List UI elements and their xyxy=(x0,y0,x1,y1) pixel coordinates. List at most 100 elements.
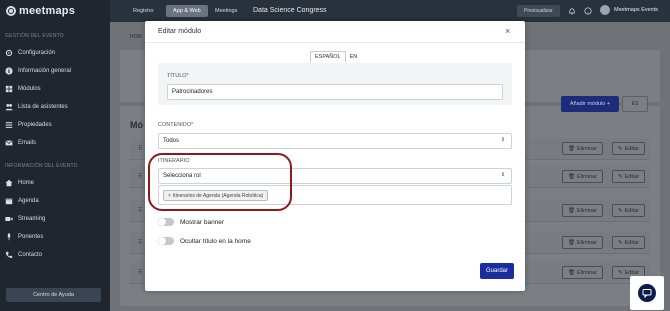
user-menu[interactable]: Meetmaps Events xyxy=(600,5,658,15)
sidebar: meetmaps GESTIÓN DEL EVENTO Configuració… xyxy=(0,0,110,311)
tab-meetings[interactable]: Meetings xyxy=(208,5,244,17)
title-input[interactable]: Patrocinadores xyxy=(167,84,503,100)
delete-button[interactable]: 🗑 Eliminar xyxy=(562,170,603,183)
content-label: CONTENIDO* xyxy=(158,122,194,128)
modal-title: Editar módulo xyxy=(158,28,202,35)
chat-icon xyxy=(638,284,656,302)
pencil-icon: ✎ xyxy=(618,173,623,180)
tab-app-web[interactable]: App & Web xyxy=(166,5,208,17)
sidebar-item-label: Contacto xyxy=(18,252,43,258)
title-label: TÍTULO* xyxy=(167,73,189,79)
trash-icon: 🗑 xyxy=(568,269,575,276)
edit-button[interactable]: ✎ Editar xyxy=(612,142,645,155)
content-select[interactable]: Todos ⇕ xyxy=(158,133,512,149)
info-icon xyxy=(5,67,13,75)
sidebar-item-label: Configuración xyxy=(18,50,56,56)
preview-button[interactable]: Previsualizar xyxy=(517,5,560,17)
save-button[interactable]: Guardar xyxy=(480,263,514,279)
sidebar-item-label: Home xyxy=(18,180,35,186)
tab-espanol[interactable]: ESPAÑOL xyxy=(310,51,346,63)
sidebar-item-informacion-general[interactable]: Información general xyxy=(5,65,105,77)
sidebar-item-lista-asistentes[interactable]: Lista de asistentes xyxy=(5,101,105,113)
phone-icon xyxy=(5,251,13,258)
sidebar-item-label: Ponentes xyxy=(18,234,44,240)
sidebar-item-propiedades[interactable]: Propiedades xyxy=(5,119,105,131)
select-arrows-icon: ⇕ xyxy=(500,137,505,143)
drag-handle-icon[interactable]: ⠿ xyxy=(138,269,142,276)
delete-label: Eliminar xyxy=(576,173,597,180)
language-select[interactable]: ES xyxy=(622,96,648,112)
pencil-icon: ✎ xyxy=(618,145,623,152)
users-icon xyxy=(5,103,13,111)
sidebar-item-label: Propiedades xyxy=(18,122,52,128)
trash-icon: 🗑 xyxy=(568,145,575,152)
delete-button[interactable]: 🗑 Eliminar xyxy=(562,236,603,249)
delete-label: Eliminar xyxy=(576,145,597,152)
sidebar-item-modulos[interactable]: Módulos xyxy=(5,83,105,95)
tab-registro[interactable]: Registro xyxy=(126,5,160,17)
edit-label: Editar xyxy=(624,145,639,152)
toggle-switch[interactable] xyxy=(158,218,174,226)
edit-label: Editar xyxy=(624,207,639,214)
edit-button[interactable]: ✎ Editar xyxy=(612,170,645,183)
select-arrows-icon: ⇕ xyxy=(500,172,505,178)
sidebar-item-contacto[interactable]: Contacto xyxy=(5,249,105,261)
edit-button[interactable]: ✎ Editar xyxy=(612,236,645,249)
toggle-label: Mostrar banner xyxy=(180,218,225,226)
chat-widget-button[interactable] xyxy=(630,276,664,310)
sidebar-item-label: Lista de asistentes xyxy=(18,104,68,110)
sidebar-item-label: Agenda xyxy=(18,198,39,204)
pencil-icon: ✎ xyxy=(618,269,623,276)
trash-icon: 🗑 xyxy=(568,173,575,180)
sidebar-item-emails[interactable]: Emails xyxy=(5,137,105,149)
trash-icon: 🗑 xyxy=(568,239,575,246)
delete-label: Eliminar xyxy=(576,207,597,214)
drag-handle-icon[interactable]: ⠿ xyxy=(138,145,142,152)
edit-label: Editar xyxy=(624,239,639,246)
microphone-icon xyxy=(7,233,11,241)
close-icon[interactable]: × xyxy=(505,26,510,36)
toggle-show-banner[interactable]: Mostrar banner xyxy=(158,218,224,226)
sidebar-item-home[interactable]: Home xyxy=(5,177,105,189)
pencil-icon: ✎ xyxy=(618,239,623,246)
sidebar-item-label: Módulos xyxy=(18,86,41,92)
drag-handle-icon[interactable]: ⠿ xyxy=(138,207,142,214)
delete-button[interactable]: 🗑 Eliminar xyxy=(562,204,603,217)
sidebar-item-label: Información general xyxy=(18,68,72,74)
delete-button[interactable]: 🗑 Eliminar xyxy=(562,266,603,279)
avatar xyxy=(600,5,610,15)
section-title-event: GESTIÓN DEL EVENTO xyxy=(5,33,64,39)
event-name: Data Science Congress xyxy=(253,7,327,14)
gear-icon xyxy=(5,49,13,57)
home-icon xyxy=(5,179,13,187)
drag-handle-icon[interactable]: ⠿ xyxy=(138,173,142,180)
section-title-info: INFORMACIÓN DEL EVENTO xyxy=(5,163,78,169)
drag-handle-icon[interactable]: ⠿ xyxy=(138,239,142,246)
breadcrumb: HOM xyxy=(130,34,142,40)
list-icon xyxy=(5,122,13,128)
logo-mark-icon xyxy=(6,6,16,16)
help-center-button[interactable]: Centro de Ayuda xyxy=(6,288,101,302)
page-title: Mó xyxy=(130,120,143,130)
add-module-button[interactable]: Añadir módulo + xyxy=(561,96,619,112)
sidebar-item-ponentes[interactable]: Ponentes xyxy=(5,231,105,243)
user-name: Meetmaps Events xyxy=(614,7,659,13)
video-icon xyxy=(5,217,13,221)
edit-label: Editar xyxy=(624,173,639,180)
delete-button[interactable]: 🗑 Eliminar xyxy=(562,142,603,155)
edit-label: Editar xyxy=(624,269,639,276)
logo-text: meetmaps xyxy=(19,5,76,17)
sidebar-item-streaming[interactable]: Streaming xyxy=(5,213,105,225)
delete-label: Eliminar xyxy=(576,269,597,276)
sidebar-item-configuracion[interactable]: Configuración xyxy=(5,47,105,59)
tab-en[interactable]: EN xyxy=(346,51,362,63)
logo: meetmaps xyxy=(6,5,75,17)
edit-button[interactable]: ✎ Editar xyxy=(612,204,645,217)
toggle-switch[interactable] xyxy=(158,237,174,245)
toggle-hide-title[interactable]: Ocultar título en la home xyxy=(158,237,251,245)
highlight-annotation xyxy=(148,153,292,211)
toggle-label: Ocultar título en la home xyxy=(180,237,251,245)
sidebar-item-agenda[interactable]: Agenda xyxy=(5,195,105,207)
bell-icon[interactable] xyxy=(568,7,576,15)
help-icon[interactable] xyxy=(584,7,592,15)
